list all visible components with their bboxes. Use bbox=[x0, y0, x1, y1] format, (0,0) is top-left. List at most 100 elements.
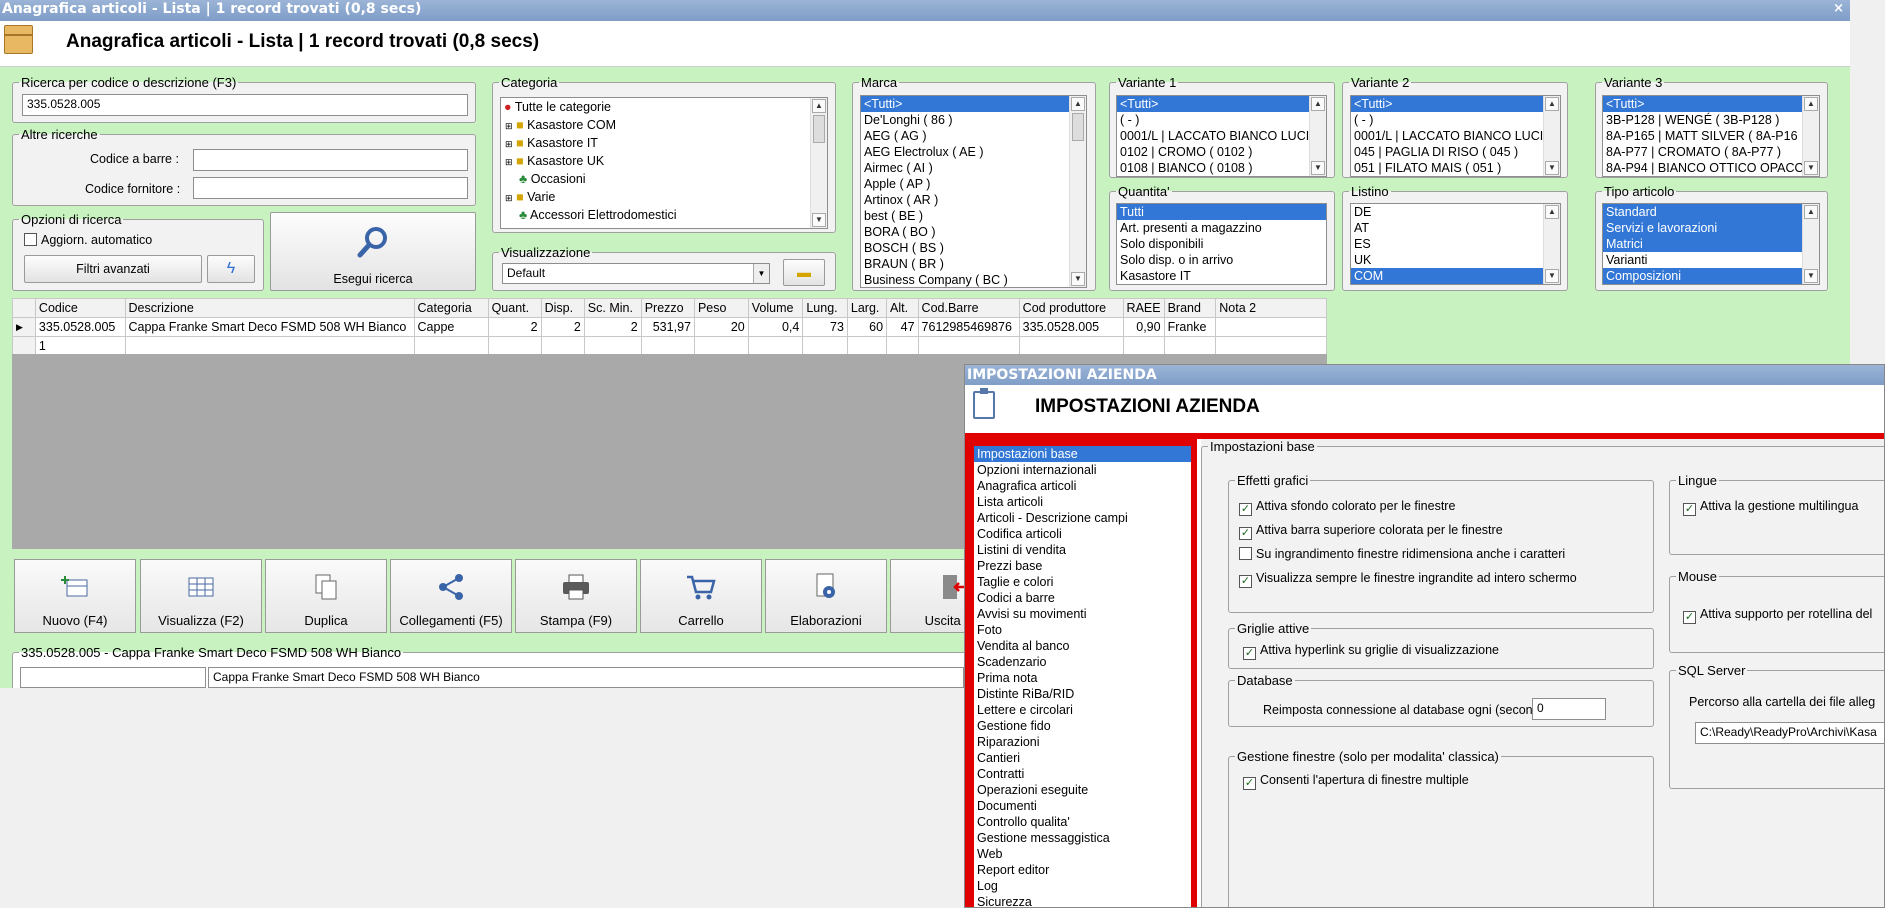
list-item[interactable]: BOSCH ( BS ) bbox=[861, 240, 1086, 256]
tree-item-accessori[interactable]: ♣ Accessori Elettrodomestici bbox=[501, 206, 827, 224]
scroll-up-icon[interactable]: ▲ bbox=[1804, 97, 1818, 111]
fullscreen-checkbox[interactable]: ✓ Visualizza sempre le finestre ingrandit… bbox=[1239, 571, 1577, 588]
column-header[interactable]: Sc. Min. bbox=[583, 298, 642, 318]
settings-menu-item[interactable]: Listini di vendita bbox=[974, 542, 1191, 558]
list-item[interactable]: Business Company ( BC ) bbox=[861, 272, 1086, 287]
cell-length[interactable]: 73 bbox=[802, 317, 848, 337]
results-grid[interactable]: Codice Descrizione Categoria Quant. Disp… bbox=[12, 298, 1327, 356]
list-item[interactable]: BORA ( BO ) bbox=[861, 224, 1086, 240]
settings-menu-item[interactable]: Documenti bbox=[974, 798, 1191, 814]
processing-button[interactable]: Elaborazioni bbox=[765, 559, 887, 633]
tree-item-occasioni[interactable]: ♣ Occasioni bbox=[501, 170, 827, 188]
reconnect-seconds-input[interactable]: 0 bbox=[1532, 698, 1606, 720]
scrollbar[interactable]: ▲ ▼ bbox=[1543, 204, 1560, 284]
resize-fonts-checkbox[interactable]: Su ingrandimento finestre ridimensiona a… bbox=[1239, 547, 1565, 561]
list-item[interactable]: <Tutti> bbox=[1351, 96, 1560, 112]
hyperlink-checkbox[interactable]: ✓ Attiva hyperlink su griglie di visualiz… bbox=[1243, 643, 1499, 660]
scroll-down-icon[interactable]: ▼ bbox=[812, 213, 826, 227]
list-item[interactable]: 8A-P77 | CROMATO ( 8A-P77 ) bbox=[1603, 144, 1819, 160]
multilanguage-checkbox[interactable]: ✓ Attiva la gestione multilingua bbox=[1683, 499, 1858, 516]
list-item[interactable]: best ( BE ) bbox=[861, 208, 1086, 224]
list-item[interactable]: Matrici bbox=[1603, 236, 1819, 252]
settings-menu-item[interactable]: Web bbox=[974, 846, 1191, 862]
settings-menu-item[interactable]: Report editor bbox=[974, 862, 1191, 878]
colored-titlebar-checkbox[interactable]: ✓ Attiva barra superiore colorata per le … bbox=[1239, 523, 1503, 540]
cell-available[interactable]: 2 bbox=[540, 317, 585, 337]
quantity-list[interactable]: Tutti Art. presenti a magazzino Solo dis… bbox=[1116, 203, 1327, 285]
column-header[interactable]: Nota 2 bbox=[1215, 298, 1327, 318]
advanced-filters-button[interactable]: Filtri avanzati bbox=[24, 255, 202, 283]
list-item[interactable]: Airmec ( AI ) bbox=[861, 160, 1086, 176]
cell-volume[interactable]: 0,4 bbox=[747, 317, 804, 337]
list-item[interactable]: 051 | FILATO MAIS ( 051 ) bbox=[1351, 160, 1560, 176]
list-item[interactable]: Art. presenti a magazzino bbox=[1117, 220, 1326, 236]
search-input[interactable]: 335.0528.005 bbox=[22, 94, 468, 116]
column-header[interactable]: Volume bbox=[747, 298, 804, 318]
cell-producer-code[interactable]: 335.0528.005 bbox=[1018, 317, 1124, 337]
settings-menu-item[interactable]: Gestione fido bbox=[974, 718, 1191, 734]
scroll-thumb[interactable] bbox=[813, 115, 825, 143]
variant2-list[interactable]: <Tutti> ( - ) 0001/L | LACCATO BIANCO LU… bbox=[1350, 95, 1561, 177]
scroll-down-icon[interactable]: ▼ bbox=[1545, 269, 1559, 283]
auto-update-checkbox[interactable]: Aggiorn. automatico bbox=[24, 233, 152, 247]
list-item[interactable]: AT bbox=[1351, 220, 1560, 236]
settings-menu-item[interactable]: Prima nota bbox=[974, 670, 1191, 686]
cell-category[interactable]: Cappe bbox=[413, 317, 489, 337]
list-item[interactable]: AEG ( AG ) bbox=[861, 128, 1086, 144]
list-item[interactable]: DE bbox=[1351, 204, 1560, 220]
settings-menu-item[interactable]: Cantieri bbox=[974, 750, 1191, 766]
cart-button[interactable]: Carrello bbox=[640, 559, 762, 633]
settings-menu-item[interactable]: Articoli - Descrizione campi bbox=[974, 510, 1191, 526]
column-header[interactable]: Alt. bbox=[886, 298, 919, 318]
settings-menu[interactable]: Impostazioni base Opzioni internazionali A… bbox=[974, 446, 1191, 907]
settings-menu-item[interactable]: Lista articoli bbox=[974, 494, 1191, 510]
scroll-down-icon[interactable]: ▼ bbox=[1545, 161, 1559, 175]
view-button[interactable]: Visualizza (F2) bbox=[140, 559, 262, 633]
settings-menu-item[interactable]: Taglie e colori bbox=[974, 574, 1191, 590]
cell-brand[interactable]: Franke bbox=[1163, 317, 1217, 337]
scroll-down-icon[interactable]: ▼ bbox=[1804, 161, 1818, 175]
print-button[interactable]: Stampa (F9) bbox=[515, 559, 637, 633]
list-item[interactable]: 0102 | CROMO ( 0102 ) bbox=[1117, 144, 1326, 160]
list-item[interactable]: <Tutti> bbox=[1117, 96, 1326, 112]
tree-item-it[interactable]: ⊞ ■ Kasastore IT bbox=[501, 134, 827, 152]
list-item[interactable]: <Tutti> bbox=[861, 96, 1086, 112]
cell-price[interactable]: 531,97 bbox=[640, 317, 695, 337]
new-button[interactable]: Nuovo (F4) bbox=[14, 559, 136, 633]
list-item[interactable]: ( - ) bbox=[1117, 112, 1326, 128]
duplicate-button[interactable]: Duplica bbox=[265, 559, 387, 633]
scroll-up-icon[interactable]: ▲ bbox=[1311, 97, 1325, 111]
list-item[interactable]: Composizioni bbox=[1603, 268, 1819, 284]
cell-barcode[interactable]: 7612985469876 bbox=[917, 317, 1020, 337]
column-header[interactable]: Quant. bbox=[487, 298, 542, 318]
pricelist-list[interactable]: DE AT ES UK COM ▲ ▼ bbox=[1350, 203, 1561, 285]
lightning-button[interactable]: ϟ bbox=[207, 255, 255, 283]
list-item[interactable]: Solo disp. o in arrivo bbox=[1117, 252, 1326, 268]
scroll-up-icon[interactable]: ▲ bbox=[1545, 205, 1559, 219]
supplier-input[interactable] bbox=[193, 177, 468, 199]
settings-menu-item[interactable]: Controllo qualita' bbox=[974, 814, 1191, 830]
settings-menu-item[interactable]: Vendita al banco bbox=[974, 638, 1191, 654]
settings-menu-item[interactable]: Codici a barre bbox=[974, 590, 1191, 606]
cell-code[interactable]: 335.0528.005 bbox=[34, 317, 126, 337]
barcode-input[interactable] bbox=[193, 149, 468, 171]
settings-menu-item[interactable]: Lettere e circolari bbox=[974, 702, 1191, 718]
mouse-wheel-checkbox[interactable]: ✓ Attiva supporto per rotellina del bbox=[1683, 607, 1872, 624]
settings-menu-item[interactable]: Log bbox=[974, 878, 1191, 894]
settings-menu-item[interactable]: Operazioni eseguite bbox=[974, 782, 1191, 798]
cell-raee[interactable]: 0,90 bbox=[1122, 317, 1165, 337]
scrollbar[interactable]: ▲ ▼ bbox=[810, 98, 827, 228]
table-row[interactable]: ▶ 335.0528.005 Cappa Franke Smart Deco F… bbox=[12, 317, 1327, 337]
tree-item-uk[interactable]: ⊞ ■ Kasastore UK bbox=[501, 152, 827, 170]
list-item[interactable]: UK bbox=[1351, 252, 1560, 268]
scrollbar[interactable]: ▲ ▼ bbox=[1802, 96, 1819, 176]
column-header[interactable]: Cod.Barre bbox=[917, 298, 1020, 318]
variant1-list[interactable]: <Tutti> ( - ) 0001/L | LACCATO BIANCO LU… bbox=[1116, 95, 1327, 177]
scrollbar[interactable]: ▲ ▼ bbox=[1309, 96, 1326, 176]
settings-menu-item[interactable]: Sicurezza bbox=[974, 894, 1191, 907]
column-header[interactable]: Prezzo bbox=[640, 298, 695, 318]
scrollbar[interactable]: ▲ ▼ bbox=[1069, 96, 1086, 287]
column-header[interactable]: Cod produttore bbox=[1018, 298, 1124, 318]
scrollbar[interactable]: ▲ ▼ bbox=[1543, 96, 1560, 176]
cell-width[interactable]: 60 bbox=[846, 317, 888, 337]
